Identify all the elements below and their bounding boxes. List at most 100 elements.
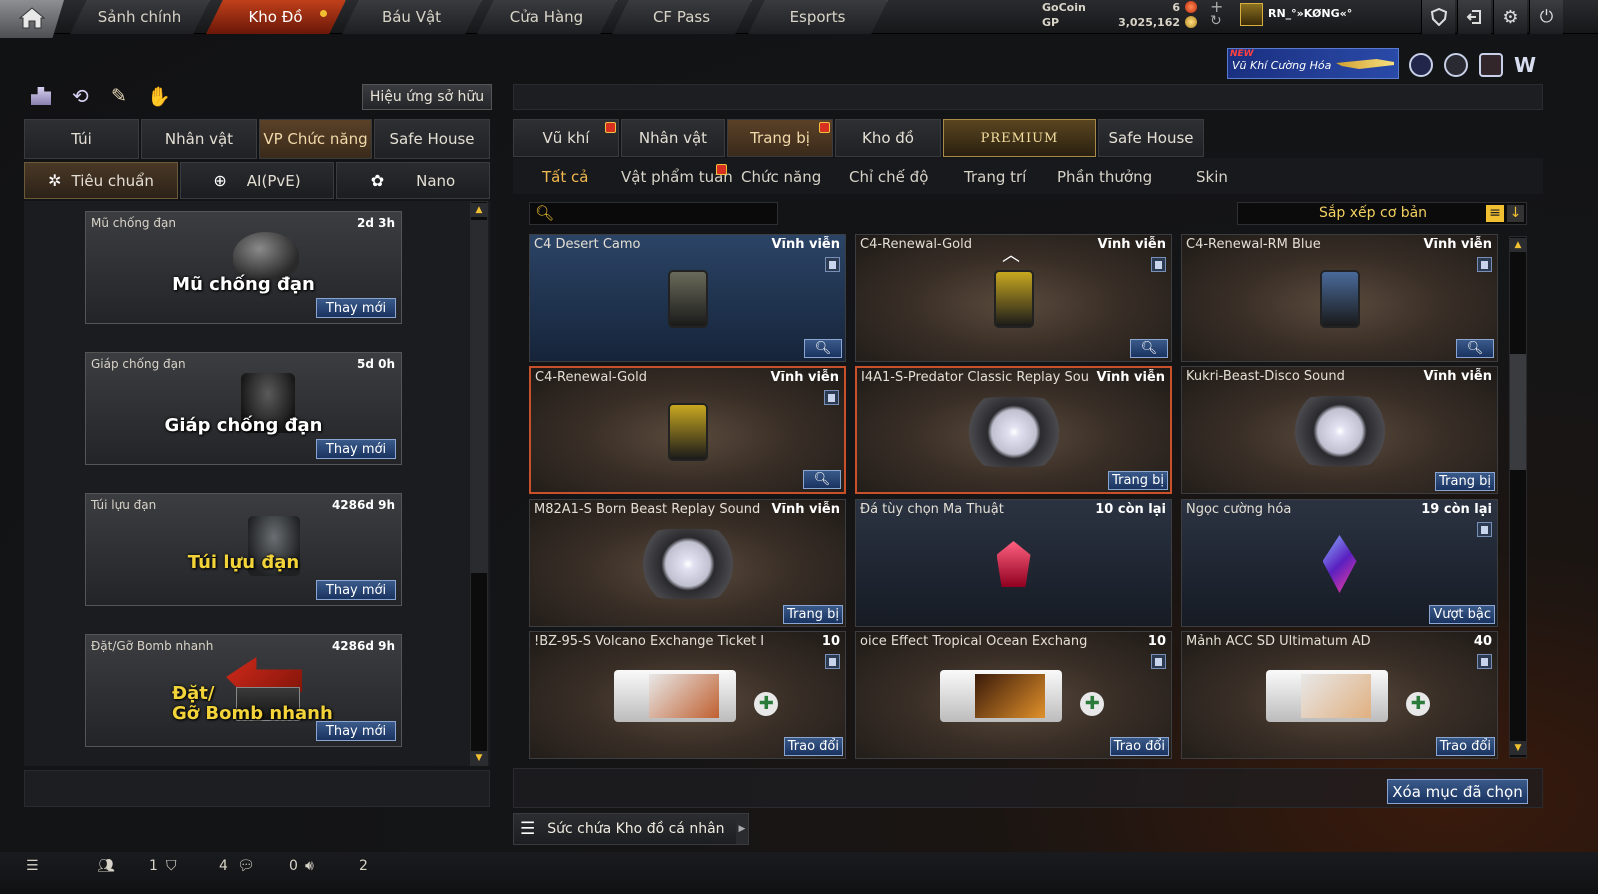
search-field[interactable] xyxy=(558,204,773,223)
menu-icon[interactable]: ☰ xyxy=(26,858,39,874)
nav-tab-lobby[interactable]: Sảnh chính xyxy=(70,0,210,34)
replace-button[interactable]: Thay mới xyxy=(316,721,396,741)
search-icon[interactable]: 🔍︎ xyxy=(1456,339,1494,358)
equipment-card-helmet[interactable]: Mũ chống đạn 2d 3h Mũ chống đạn Thay mới xyxy=(85,211,402,324)
nav-tab-cf-pass[interactable]: CF Pass xyxy=(612,0,752,34)
tab-safe-house[interactable]: Safe House xyxy=(374,119,490,159)
replace-button[interactable]: Thay mới xyxy=(316,298,396,318)
subtab-nano[interactable]: ✿ Nano xyxy=(336,162,490,199)
tab-storage[interactable]: Kho đồ xyxy=(835,119,941,157)
trash-icon[interactable] xyxy=(1477,257,1492,272)
subtab-rewards[interactable]: Phần thưởng xyxy=(1057,166,1152,188)
friends-icon[interactable]: 👥︎ xyxy=(97,858,115,874)
trash-icon[interactable] xyxy=(825,257,840,272)
subtab-decoration[interactable]: Trang trí xyxy=(964,166,1026,188)
home-icon[interactable] xyxy=(17,6,47,30)
right-scrollbar[interactable] xyxy=(1509,236,1527,758)
search-icon[interactable]: 🔍︎ xyxy=(1130,339,1168,358)
event-icon-4[interactable]: W xyxy=(1514,53,1540,77)
inventory-item-card[interactable]: Kukri-Beast-Disco Sound Vĩnh viễn Trang bị xyxy=(1181,366,1498,494)
tab-premium[interactable]: PREMIUM xyxy=(943,119,1096,157)
power-button[interactable]: ⏻ xyxy=(1529,0,1563,34)
history-icon[interactable]: ⟲ xyxy=(72,84,89,108)
character-edit-icon[interactable]: ✎ xyxy=(111,85,127,107)
item-action-button[interactable]: Trang bị xyxy=(783,605,843,624)
trash-icon[interactable] xyxy=(1477,654,1492,669)
search-icon[interactable]: 🔍︎ xyxy=(804,339,842,358)
inventory-item-card[interactable]: M82A1-S Born Beast Replay Sound Vĩnh viễn… xyxy=(529,499,846,627)
inventory-item-card[interactable]: C4-Renewal-Gold Vĩnh viễn 🔍︎ xyxy=(529,366,846,494)
replace-button[interactable]: Thay mới xyxy=(316,439,396,459)
subtab-ai-pve[interactable]: ⊕ AI(PvE) xyxy=(180,162,334,199)
equipment-card-quick-bomb[interactable]: Đặt/Gỡ Bomb nhanh 4286d 9h Đặt/ Gỡ Bomb … xyxy=(85,634,402,747)
replace-button[interactable]: Thay mới xyxy=(316,580,396,600)
trash-icon[interactable] xyxy=(1151,257,1166,272)
settings-button[interactable]: ⚙ xyxy=(1493,0,1527,34)
subtab-all[interactable]: Tất cả xyxy=(542,166,588,188)
equipment-card-grenade-pouch[interactable]: Túi lựu đạn 4286d 9h Túi lựu đạn Thay mớ… xyxy=(85,493,402,606)
nav-tab-treasure[interactable]: Báu Vật xyxy=(342,0,482,34)
refresh-icon[interactable]: ↻ xyxy=(1210,13,1222,29)
inventory-capacity-button[interactable]: ☰ Sức chứa Kho đồ cá nhân ▶ xyxy=(513,813,749,845)
nav-tab-shop[interactable]: Cửa Hàng xyxy=(477,0,617,34)
nav-tab-inventory[interactable]: Kho Đồ xyxy=(206,0,346,34)
clan-button[interactable] xyxy=(1421,0,1455,34)
item-action-button[interactable]: Trao đổi xyxy=(1109,737,1169,756)
item-action-button[interactable]: Trang bị xyxy=(1435,472,1495,491)
nav-tab-esports[interactable]: Esports xyxy=(748,0,888,34)
subtab-functional[interactable]: Chức năng xyxy=(741,166,821,188)
subtab-mode-only[interactable]: Chỉ chế độ xyxy=(849,166,928,188)
scroll-up-button[interactable]: ▲ xyxy=(1509,238,1527,252)
scroll-down-button[interactable]: ▼ xyxy=(470,751,488,765)
item-action-button[interactable]: Trao đổi xyxy=(1435,737,1495,756)
item-action-button[interactable]: Trao đổi xyxy=(783,737,843,756)
delete-selected-button[interactable]: Xóa mục đã chọn xyxy=(1387,779,1528,804)
right-scroll-thumb[interactable] xyxy=(1510,354,1526,470)
trash-icon[interactable] xyxy=(1151,654,1166,669)
inventory-item-card[interactable]: C4-Renewal-Gold Vĩnh viễn 🔍︎ ︿ xyxy=(855,234,1172,362)
subtab-standard[interactable]: ✲ Tiêu chuẩn xyxy=(24,162,178,199)
inventory-item-card[interactable]: C4 Desert Camo Vĩnh viễn 🔍︎ xyxy=(529,234,846,362)
tab-functional-items[interactable]: VP Chức năng xyxy=(259,119,372,159)
inventory-item-card[interactable]: !BZ-95-S Volcano Exchange Ticket I 10 ✚ Tra… xyxy=(529,631,846,759)
inventory-item-card[interactable]: Đá tùy chọn Ma Thuật 10 còn lại xyxy=(855,499,1172,627)
speaker-icon[interactable]: 🔊︎ xyxy=(305,858,314,874)
inventory-item-card[interactable]: Mảnh ACC SD Ultimatum AD 40 ✚ Trao đổi xyxy=(1181,631,1498,759)
ranking-icon[interactable] xyxy=(31,87,51,105)
sort-dropdown[interactable]: Sắp xếp cơ bản ≡ ↓ xyxy=(1237,202,1527,225)
equipment-card-armor[interactable]: Giáp chống đạn 5d 0h Giáp chống đạn Thay… xyxy=(85,352,402,465)
item-action-button[interactable]: Vượt bậc xyxy=(1429,605,1495,624)
event-icon-2[interactable] xyxy=(1444,53,1468,77)
tab-characters[interactable]: Nhân vật xyxy=(621,119,725,157)
exit-room-button[interactable] xyxy=(1457,0,1491,34)
list-icon[interactable]: ≡ xyxy=(1486,205,1504,222)
inventory-item-card[interactable]: I4A1-S-Predator Classic Replay Sou Vĩnh v… xyxy=(855,366,1172,494)
scroll-up-button[interactable]: ▲ xyxy=(470,203,488,217)
clan-shield-icon[interactable]: ⛉ xyxy=(166,858,177,874)
search-input[interactable]: 🔍︎ xyxy=(529,202,778,225)
subtab-skin[interactable]: Skin xyxy=(1196,166,1228,188)
glove-icon[interactable]: ✋ xyxy=(147,85,171,108)
inventory-item-card[interactable]: oice Effect Tropical Ocean Exchang 10 ✚ Tra… xyxy=(855,631,1172,759)
search-icon[interactable]: 🔍︎ xyxy=(803,470,841,489)
inventory-item-card[interactable]: Ngọc cường hóa 19 còn lại Vượt bậc xyxy=(1181,499,1498,627)
trash-icon[interactable] xyxy=(1477,522,1492,537)
scroll-down-button[interactable]: ▼ xyxy=(1509,741,1527,755)
chat-icon[interactable]: 💬︎ xyxy=(237,858,255,874)
trash-icon[interactable] xyxy=(824,390,839,405)
ownership-effect-button[interactable]: Hiệu ứng sở hữu xyxy=(362,84,492,110)
tab-equipment[interactable]: Trang bị xyxy=(727,119,833,157)
event-icon-3[interactable] xyxy=(1479,53,1503,77)
tab-weapons[interactable]: Vũ khí xyxy=(513,119,619,157)
left-scroll-thumb[interactable] xyxy=(471,220,487,573)
gear-icon: ⚙ xyxy=(1502,6,1519,28)
item-action-button[interactable]: Trang bị xyxy=(1108,471,1168,490)
tab-character[interactable]: Nhân vật xyxy=(141,119,257,159)
tab-bag[interactable]: Túi xyxy=(24,119,139,159)
sort-direction-icon[interactable]: ↓ xyxy=(1507,205,1524,222)
inventory-item-card[interactable]: C4-Renewal-RM Blue Vĩnh viễn 🔍︎ xyxy=(1181,234,1498,362)
tab-safe-house-right[interactable]: Safe House xyxy=(1098,119,1204,157)
weapon-upgrade-banner[interactable]: NEW Vũ Khí Cường Hóa xyxy=(1227,48,1399,79)
trash-icon[interactable] xyxy=(825,654,840,669)
event-icon-1[interactable] xyxy=(1409,53,1433,77)
